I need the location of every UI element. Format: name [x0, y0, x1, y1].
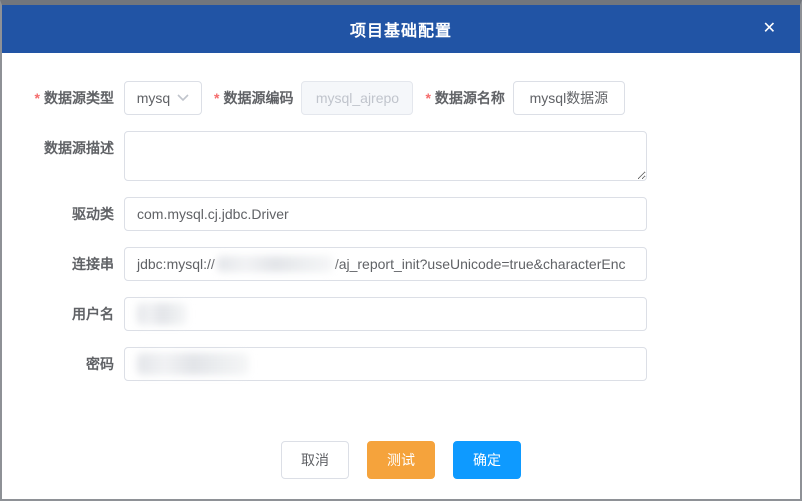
form-row-connection: 连接串 jdbc:mysql:// /aj_report_init?useUni…: [2, 247, 800, 281]
close-icon[interactable]: ✕: [759, 17, 780, 41]
connection-value-suffix: /aj_report_init?useUnicode=true&characte…: [335, 256, 626, 272]
redacted-username-blur: [137, 303, 187, 325]
driver-label: 驱动类: [2, 197, 114, 231]
password-label: 密码: [2, 347, 114, 381]
connection-label: 连接串: [2, 247, 114, 281]
confirm-button[interactable]: 确定: [453, 441, 521, 479]
chevron-down-icon: [177, 94, 189, 102]
cancel-button[interactable]: 取消: [281, 441, 349, 479]
required-marker: *: [214, 90, 219, 106]
dialog-body: *数据源类型 mysq *数据源编码 *数据源名称 数据源描述: [2, 53, 800, 479]
connection-value-prefix: jdbc:mysql://: [137, 256, 215, 272]
datasource-type-label: *数据源类型: [2, 81, 114, 115]
form-row-username: 用户名: [2, 297, 800, 331]
test-button[interactable]: 测试: [367, 441, 435, 479]
datasource-code-input: [301, 81, 413, 115]
form-row-driver: 驱动类: [2, 197, 800, 231]
datasource-type-value: mysq: [137, 90, 170, 106]
redacted-password-blur: [137, 353, 249, 375]
description-label: 数据源描述: [2, 131, 114, 165]
connection-input[interactable]: jdbc:mysql:// /aj_report_init?useUnicode…: [124, 247, 647, 281]
required-marker: *: [425, 90, 430, 106]
dialog-header: 项目基础配置 ✕: [2, 5, 800, 53]
dialog-window: 项目基础配置 ✕ *数据源类型 mysq *数据源编码 *数据源名称: [0, 0, 802, 501]
form-row-basic: *数据源类型 mysq *数据源编码 *数据源名称: [2, 81, 800, 115]
datasource-name-label: *数据源名称: [425, 81, 504, 115]
datasource-type-select[interactable]: mysq: [124, 81, 202, 115]
password-input[interactable]: [124, 347, 647, 381]
datasource-code-label: *数据源编码: [214, 81, 293, 115]
dialog-footer: 取消 测试 确定: [2, 441, 800, 479]
form-row-password: 密码: [2, 347, 800, 381]
redacted-host-blur: [217, 256, 333, 272]
description-textarea[interactable]: [124, 131, 647, 181]
dialog-title: 项目基础配置: [350, 17, 452, 41]
form-row-description: 数据源描述: [2, 131, 800, 181]
required-marker: *: [35, 90, 40, 106]
datasource-name-input[interactable]: [513, 81, 625, 115]
username-label: 用户名: [2, 297, 114, 331]
username-input[interactable]: [124, 297, 647, 331]
driver-input[interactable]: [124, 197, 647, 231]
